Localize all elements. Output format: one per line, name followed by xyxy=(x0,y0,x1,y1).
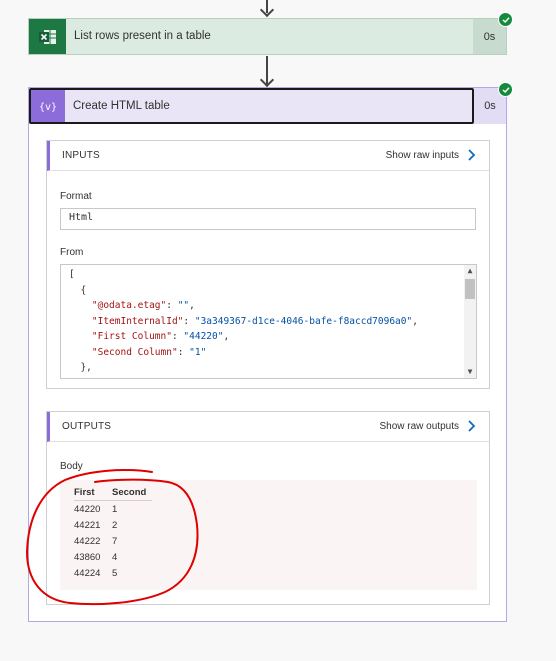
red-annotation-circle xyxy=(25,469,199,606)
